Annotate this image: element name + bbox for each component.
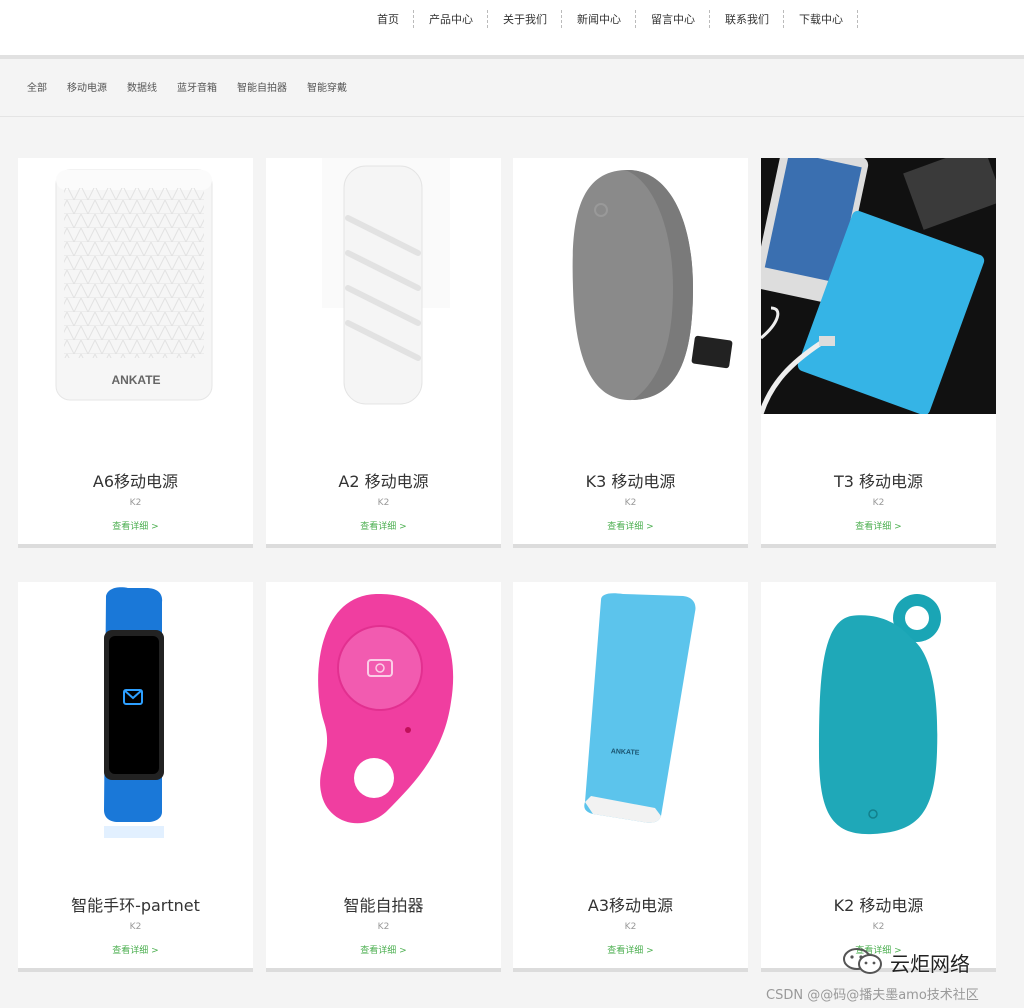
- filter-power-bank[interactable]: 移动电源: [57, 82, 117, 96]
- view-details-link[interactable]: 查看详细 >: [513, 519, 748, 532]
- nav-item-news[interactable]: 新闻中心: [562, 7, 636, 31]
- product-title[interactable]: A6移动电源: [18, 468, 253, 492]
- product-subtitle: K2: [624, 922, 637, 932]
- product-card[interactable]: 智能手环-partnet K2 查看详细 >: [18, 582, 253, 972]
- product-title[interactable]: A2 移动电源: [266, 468, 501, 492]
- product-image-gray-pebble-power-bank[interactable]: [513, 158, 748, 414]
- view-details-link[interactable]: 查看详细 >: [18, 519, 253, 532]
- product-subtitle: K2: [624, 498, 637, 508]
- filter-cable[interactable]: 数据线: [117, 82, 167, 96]
- category-filters: 全部 移动电源 数据线 蓝牙音箱 智能自拍器 智能穿戴: [17, 82, 357, 96]
- product-image-blue-slim-power-bank-with-phone[interactable]: [761, 158, 996, 414]
- csdn-watermark: CSDN @@码@播夫墨amo技术社区: [766, 988, 979, 1003]
- product-subtitle: K2: [872, 498, 885, 508]
- nav-item-about[interactable]: 关于我们: [488, 7, 562, 31]
- filter-selfie-remote[interactable]: 智能自拍器: [227, 82, 297, 96]
- view-details-link[interactable]: 查看详细 >: [266, 519, 501, 532]
- nav-item-home[interactable]: 首页: [362, 7, 414, 31]
- product-card[interactable]: ANKATE A3移动电源 K2 查看详细 >: [513, 582, 748, 972]
- product-subtitle: K2: [129, 498, 142, 508]
- view-details-link[interactable]: 查看详细 >: [18, 943, 253, 956]
- product-card[interactable]: 智能自拍器 K2 查看详细 >: [266, 582, 501, 972]
- product-card[interactable]: K3 移动电源 K2 查看详细 >: [513, 158, 748, 548]
- product-image-teal-ring-power-bank[interactable]: [761, 582, 996, 838]
- product-subtitle: K2: [129, 922, 142, 932]
- filter-bluetooth-speaker[interactable]: 蓝牙音箱: [167, 82, 227, 96]
- product-image-blue-cylinder-power-bank[interactable]: ANKATE: [513, 582, 748, 838]
- product-title[interactable]: K3 移动电源: [513, 468, 748, 492]
- main-nav: 首页 产品中心 关于我们 新闻中心 留言中心 联系我们 下载中心: [362, 7, 858, 31]
- nav-item-messages[interactable]: 留言中心: [636, 7, 710, 31]
- view-details-link[interactable]: 查看详细 >: [513, 943, 748, 956]
- product-image-pink-selfie-remote[interactable]: [266, 582, 501, 838]
- watermark-brand: 云炬网络: [890, 952, 970, 976]
- product-image-blue-smart-band[interactable]: [18, 582, 253, 838]
- product-image-white-twisted-power-bank[interactable]: [266, 158, 501, 414]
- product-subtitle: K2: [377, 922, 390, 932]
- product-card[interactable]: T3 移动电源 K2 查看详细 >: [761, 158, 996, 548]
- category-filter-bar: 全部 移动电源 数据线 蓝牙音箱 智能自拍器 智能穿戴: [0, 59, 1024, 117]
- product-title[interactable]: K2 移动电源: [761, 892, 996, 916]
- product-title[interactable]: 智能自拍器: [266, 892, 501, 916]
- product-image-white-textured-power-bank[interactable]: ANKATE: [18, 158, 253, 414]
- product-card[interactable]: K2 移动电源 K2 查看详细 >: [761, 582, 996, 972]
- product-card[interactable]: A2 移动电源 K2 查看详细 >: [266, 158, 501, 548]
- brand-label: ANKATE: [111, 373, 160, 387]
- wechat-logo-icon: [842, 946, 884, 976]
- product-title[interactable]: T3 移动电源: [761, 468, 996, 492]
- view-details-link[interactable]: 查看详细 >: [761, 519, 996, 532]
- view-details-link[interactable]: 查看详细 >: [266, 943, 501, 956]
- filter-all[interactable]: 全部: [17, 82, 57, 96]
- product-title[interactable]: 智能手环-partnet: [18, 892, 253, 916]
- nav-item-products[interactable]: 产品中心: [414, 7, 488, 31]
- filter-wearable[interactable]: 智能穿戴: [297, 82, 357, 96]
- product-title[interactable]: A3移动电源: [513, 892, 748, 916]
- top-navigation-bar: 首页 产品中心 关于我们 新闻中心 留言中心 联系我们 下载中心: [0, 0, 1024, 55]
- product-subtitle: K2: [377, 498, 390, 508]
- nav-item-download[interactable]: 下载中心: [784, 7, 858, 31]
- product-card[interactable]: ANKATE A6移动电源 K2 查看详细 >: [18, 158, 253, 548]
- product-subtitle: K2: [872, 922, 885, 932]
- nav-item-contact[interactable]: 联系我们: [710, 7, 784, 31]
